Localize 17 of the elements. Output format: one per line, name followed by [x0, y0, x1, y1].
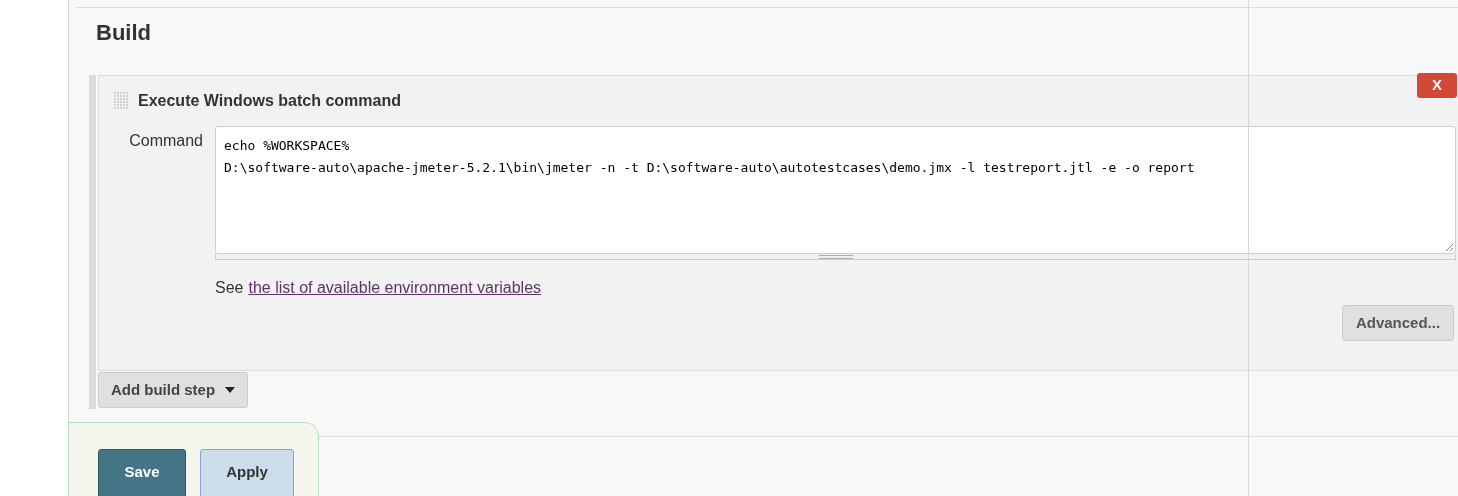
- drag-handle-icon[interactable]: [114, 91, 130, 111]
- delete-button[interactable]: X: [1417, 73, 1457, 98]
- help-link[interactable]: the list of available environment variables: [248, 276, 542, 300]
- command-field[interactable]: echo %WORKSPACE% D:\software-auto\apache-jmeter-5.2.1\bin\jmeter -n -t D:\software-auto\autotestcases\demo.jmx -l testreport.jtl -e -o report: [215, 126, 1456, 254]
- resize-handle-icon[interactable]: [818, 255, 853, 259]
- section-title: Build: [96, 19, 151, 47]
- step-title: Execute Windows batch command: [138, 91, 401, 111]
- save-button[interactable]: Save: [98, 449, 186, 496]
- help-text: See: [215, 278, 244, 298]
- command-line: echo %WORKSPACE%: [224, 137, 350, 155]
- command-line: D:\software-auto\apache-jmeter-5.2.1\bin\jmeter -n -t D:\software-auto\autotestcases\demo.jmx -l testreport.jtl -e -o report: [224, 159, 1195, 177]
- apply-button[interactable]: Apply: [200, 449, 294, 496]
- resize-grip-icon[interactable]: [1444, 242, 1454, 252]
- caret-icon: [225, 387, 236, 393]
- add-build-step-button[interactable]: Add build step: [98, 372, 248, 408]
- advanced-button[interactable]: Advanced...: [1342, 305, 1454, 341]
- field-label: Command: [128, 131, 204, 151]
